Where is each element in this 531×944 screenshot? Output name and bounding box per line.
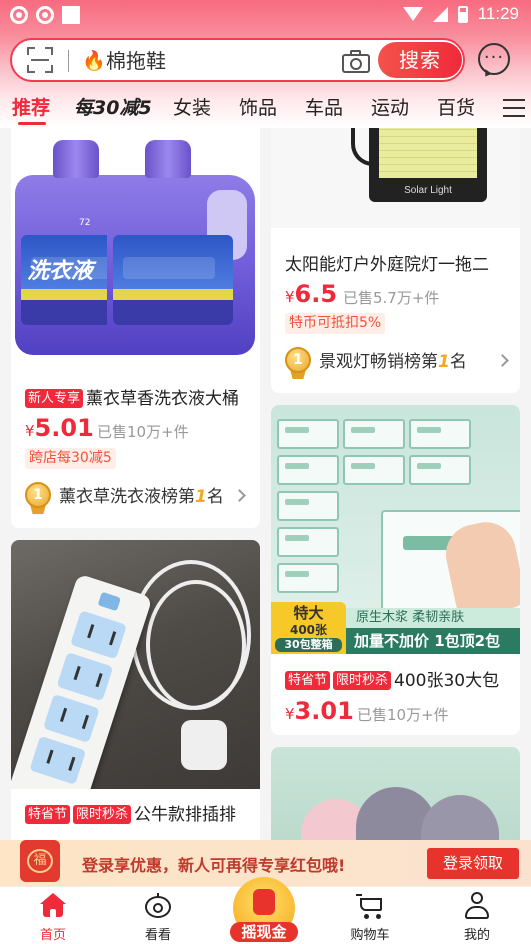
scan-icon[interactable] xyxy=(27,47,53,73)
tab-per30minus5[interactable]: 每30减5 xyxy=(74,93,152,123)
signal-icon xyxy=(432,6,448,22)
sold-count: 已售5.7万+件 xyxy=(343,289,440,307)
image-badge: 特大 400张 30包整箱 xyxy=(271,602,346,654)
nav-cart[interactable]: 购物车 xyxy=(330,887,410,944)
active-tab-indicator xyxy=(18,122,46,125)
rank-row[interactable]: 1 景观灯畅销榜第1名 xyxy=(285,347,513,379)
product-price: ¥3.01 xyxy=(285,697,354,725)
product-card[interactable]: 特省节 限时秒杀 公牛款排插排 xyxy=(11,540,260,860)
wifi-icon xyxy=(402,7,423,21)
notification-icon xyxy=(36,6,54,24)
tag-new-user: 新人专享 xyxy=(25,389,84,408)
image-volume-text: 72 xyxy=(79,218,91,228)
medal-icon: 1 xyxy=(285,347,311,379)
tab-sports[interactable]: 运动 xyxy=(371,93,409,123)
tab-accessories[interactable]: 饰品 xyxy=(239,93,277,123)
product-image xyxy=(11,540,260,789)
image-brand-text: Solar Light xyxy=(404,185,452,196)
fire-icon: 🔥 xyxy=(82,50,106,72)
user-icon xyxy=(464,892,490,920)
search-bar[interactable]: 🔥 棉拖鞋 搜索 xyxy=(10,38,465,82)
cart-icon xyxy=(356,894,384,920)
lucky-red-envelope-icon: 福 xyxy=(20,840,60,882)
message-icon[interactable] xyxy=(478,43,510,75)
notification-icon xyxy=(10,6,28,24)
home-icon xyxy=(40,893,66,917)
product-price: ¥5.01 xyxy=(25,414,94,442)
nav-home[interactable]: 首页 xyxy=(13,887,93,944)
product-image: 特大 400张 30包整箱 原生木浆 柔韧亲肤 加量不加价 1包顶2包 xyxy=(271,405,520,654)
menu-icon[interactable] xyxy=(503,98,525,118)
chevron-right-icon xyxy=(233,489,246,502)
status-time: 11:29 xyxy=(477,4,519,23)
product-price: ¥6.5 xyxy=(285,280,338,308)
product-card[interactable]: 特大 400张 30包整箱 原生木浆 柔韧亲肤 加量不加价 1包顶2包 特省节限… xyxy=(271,405,520,735)
rank-row[interactable]: 1 薰衣草洗衣液榜第1名 xyxy=(25,482,253,514)
nav-shake-cash[interactable]: 摇现金 xyxy=(224,877,304,944)
tab-recommend[interactable]: 推荐 xyxy=(12,93,50,123)
battery-icon xyxy=(457,5,468,23)
tab-womens-wear[interactable]: 女装 xyxy=(173,93,211,123)
nav-watch[interactable]: 看看 xyxy=(118,887,198,944)
product-title: 特省节 限时秒杀 400张30大包 xyxy=(285,666,513,691)
sold-count: 已售10万+件 xyxy=(357,706,449,724)
product-title: 太阳能灯户外庭院灯一拖二 xyxy=(285,255,489,275)
tab-car-goods[interactable]: 车品 xyxy=(305,93,343,123)
divider xyxy=(68,50,69,72)
product-title: 特省节 限时秒杀 公牛款排插排 xyxy=(25,800,253,825)
tab-general-goods[interactable]: 百货 xyxy=(437,93,475,123)
login-claim-button[interactable]: 登录领取 xyxy=(427,848,519,879)
sold-count: 已售10万+件 xyxy=(97,423,189,441)
product-image: 洗衣液 72 xyxy=(11,110,260,372)
bottom-nav: 首页 看看 摇现金 购物车 我的 xyxy=(0,877,531,944)
tag-flash-sale: 限时秒杀 xyxy=(333,671,392,690)
medal-icon: 1 xyxy=(25,482,51,514)
category-tabs: 推荐 每30减5 女装 饰品 车品 运动 百货 xyxy=(0,93,531,125)
search-input[interactable]: 棉拖鞋 xyxy=(106,49,166,73)
eye-icon xyxy=(144,893,172,919)
product-title: 新人专享 薰衣草香洗衣液大桶 xyxy=(25,384,253,409)
chevron-right-icon xyxy=(496,354,509,367)
tag-flash-sale: 限时秒杀 xyxy=(73,805,132,824)
app-header: 11:29 🔥 棉拖鞋 搜索 推荐 每30减5 女装 饰品 车品 运动 百货 xyxy=(0,0,531,128)
promo-badge: 特币可抵扣5% xyxy=(285,313,386,334)
search-button[interactable]: 搜索 xyxy=(378,42,462,78)
notification-icon xyxy=(62,6,80,24)
promo-badge: 跨店每30减5 xyxy=(25,448,116,469)
product-card[interactable]: 洗衣液 72 新人专享 薰衣草香洗衣液大桶 ¥5.01 已售10万+件 跨店每30… xyxy=(11,110,260,528)
product-card[interactable]: Solar Light 太阳能灯户外庭院灯一拖二 ¥6.5 已售5.7万+件 特… xyxy=(271,110,520,393)
tag-saver-festival: 特省节 xyxy=(285,671,331,690)
image-brand-text: 洗衣液 xyxy=(27,259,94,284)
image-strip: 加量不加价 1包顶2包 xyxy=(346,628,520,654)
login-promo-text: 登录享优惠，新人可再得专享红包哦! xyxy=(82,856,346,875)
status-bar: 11:29 xyxy=(0,0,531,30)
tag-saver-festival: 特省节 xyxy=(25,805,71,824)
nav-profile[interactable]: 我的 xyxy=(437,887,517,944)
image-strip: 原生木浆 柔韧亲肤 xyxy=(346,608,520,628)
camera-icon[interactable] xyxy=(342,49,370,73)
